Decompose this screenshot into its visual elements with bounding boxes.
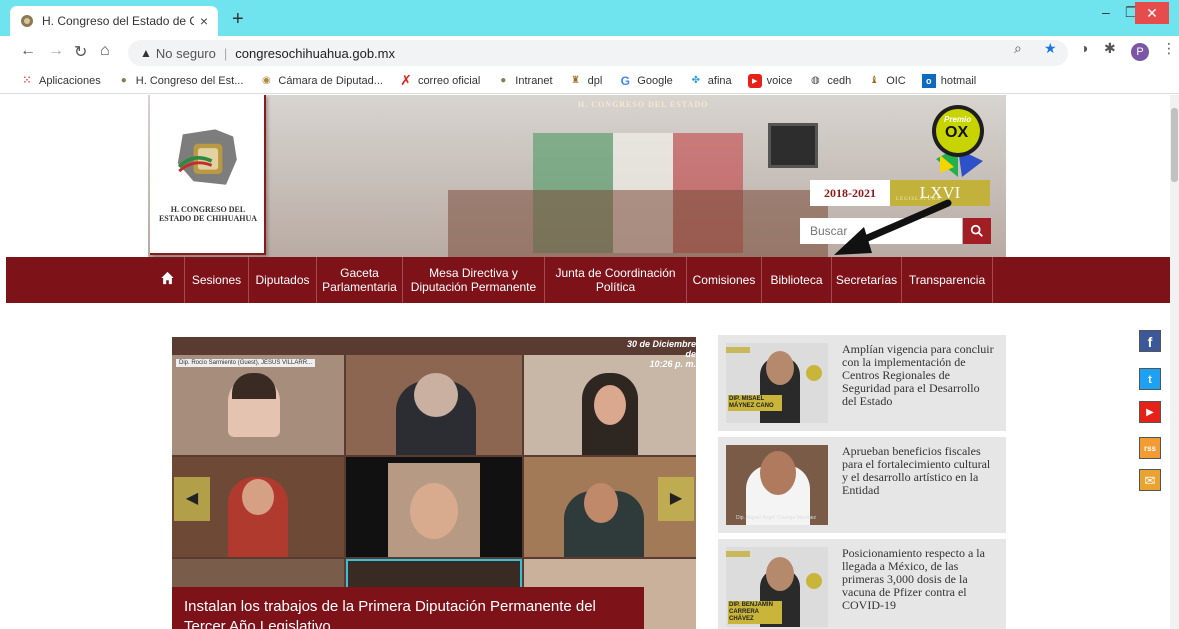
apps-grid-icon: ⁙ (22, 75, 32, 86)
bookmark-congreso[interactable]: ● H. Congreso del Est... (117, 74, 244, 88)
search-button[interactable] (963, 218, 991, 244)
rss-icon[interactable]: rss (1139, 437, 1161, 459)
tab-title: H. Congreso del Estado de Chihu (42, 14, 194, 28)
nav-gaceta[interactable]: Gaceta Parlamentaria (317, 257, 403, 303)
tv-screen (768, 123, 818, 168)
facebook-icon[interactable]: f (1139, 330, 1161, 352)
bookmark-hotmail[interactable]: o hotmail (921, 73, 976, 88)
youtube-icon: ▶ (747, 73, 762, 88)
bookmark-dpl[interactable]: ♜ dpl (569, 74, 602, 88)
nav-junta[interactable]: Junta de Coordinación Política (545, 257, 687, 303)
congress-icon: ● (500, 75, 507, 86)
chihuahua-map-logo-icon (177, 129, 237, 185)
bookmark-intranet[interactable]: ● Intranet (496, 74, 552, 88)
bookmark-afina[interactable]: ✤ afina (689, 74, 732, 88)
news-carousel[interactable]: Dip. Rocío Sarmiento (Guest), JESUS VILL… (172, 337, 696, 629)
scrollbar-thumb[interactable] (1171, 108, 1178, 182)
news-thumbnail: DIP. BENJAMÍN CARRERA CHÁVEZ (726, 547, 828, 627)
email-icon[interactable]: ✉ (1139, 469, 1161, 491)
bookmark-star-icon[interactable]: ★ (1044, 40, 1057, 57)
menu-kebab-icon[interactable]: ⋮ (1162, 40, 1176, 57)
news-thumbnail: DIP. MISAEL MÁYNEZ CANO (726, 343, 828, 423)
video-tile (172, 355, 344, 455)
zoom-icon[interactable]: ⌕ (1014, 40, 1022, 57)
globe-icon: ◍ (810, 75, 820, 86)
news-thumb-label: DIP. MISAEL MÁYNEZ CANO (728, 395, 782, 411)
new-tab-button[interactable]: + (232, 8, 244, 31)
bookmarks-bar: ⁙ Aplicaciones ● H. Congreso del Est... … (0, 68, 1179, 94)
bookmark-aplicaciones[interactable]: ⁙ Aplicaciones (20, 74, 101, 88)
news-item[interactable]: DIP. BENJAMÍN CARRERA CHÁVEZ Posicionami… (718, 539, 1006, 629)
news-item[interactable]: Dip. Miguel Ángel Colunga Martínez Aprue… (718, 437, 1006, 533)
video-tile (524, 355, 696, 455)
browser-tab[interactable]: H. Congreso del Estado de Chihu × (10, 6, 218, 36)
x-icon: ✗ (400, 72, 412, 88)
nav-diputados[interactable]: Diputados (249, 257, 317, 303)
google-icon: G (620, 73, 630, 88)
award-badge: Premio OX (928, 103, 988, 181)
news-item[interactable]: DIP. MISAEL MÁYNEZ CANO Amplían vigencia… (718, 335, 1006, 431)
url-text: congresochihuahua.gob.mx (235, 45, 395, 61)
carousel-caption[interactable]: Instalan los trabajos de la Primera Dipu… (172, 587, 644, 629)
carousel-date: 30 de Diciembre de 10:26 p. m. (626, 339, 696, 369)
bookmark-camara[interactable]: ◉ Cámara de Diputad... (259, 74, 383, 88)
dpl-icon: ♜ (571, 75, 581, 86)
bookmark-correo[interactable]: ✗ correo oficial (399, 72, 480, 88)
minimize-button[interactable]: – (1102, 4, 1110, 20)
nav-sesiones[interactable]: Sesiones (184, 257, 249, 303)
bookmark-voice[interactable]: ▶ voice (747, 73, 792, 88)
outlook-icon: o (921, 73, 936, 88)
annotation-arrow-icon (834, 199, 952, 255)
news-headline: Amplían vigencia para concluir con la im… (842, 342, 994, 408)
tab-close-icon[interactable]: × (200, 13, 208, 29)
chevron-right-icon: ▶ (669, 490, 683, 507)
banner-title: H. CONGRESO DEL ESTADO (578, 100, 709, 109)
close-window-button[interactable]: ✕ (1135, 2, 1169, 24)
youtube-icon[interactable]: ▶ (1139, 401, 1161, 423)
nav-comisiones[interactable]: Comisiones (687, 257, 762, 303)
chevron-left-icon: ◀ (185, 490, 199, 507)
security-label: No seguro (155, 45, 216, 61)
logo-text: H. CONGRESO DEL ESTADO DE CHIHUAHUA (158, 205, 258, 223)
bookmark-cedh[interactable]: ◍ cedh (808, 74, 851, 88)
search-icon (970, 224, 983, 237)
forward-arrow-icon[interactable]: → (48, 42, 64, 60)
news-thumb-label: DIP. BENJAMÍN CARRERA CHÁVEZ (728, 601, 782, 624)
carousel-next-button[interactable]: ▶ (658, 477, 694, 521)
award-label: Premio (944, 115, 972, 124)
browser-tabstrip: H. Congreso del Estado de Chihu × + – ❐ … (0, 0, 1179, 36)
oic-icon: ♝ (869, 75, 879, 86)
warning-icon: ▲ (140, 46, 152, 60)
bookmark-google[interactable]: G Google (618, 73, 673, 88)
award-mark: OX (945, 124, 969, 141)
main-nav: Sesiones Diputados Gaceta Parlamentaria … (6, 257, 1172, 303)
address-bar[interactable]: ▲ No seguro | congresochihuahua.gob.mx (128, 40, 1068, 66)
browser-toolbar: ← → ↻ ⌂ ▲ No seguro | congresochihuahua.… (0, 36, 1179, 68)
web-page: H. CONGRESO DEL ESTADO H. CONGRESO DEL E… (0, 95, 1179, 629)
video-ticker: Dip. Rocío Sarmiento (Guest), JESUS VILL… (176, 359, 316, 367)
back-arrow-icon[interactable]: ← (20, 42, 36, 60)
congress-icon: ● (120, 75, 127, 86)
twitter-icon[interactable]: t (1139, 368, 1161, 390)
video-tile (346, 457, 522, 557)
profile-avatar[interactable]: P (1131, 43, 1149, 61)
bookmark-oic[interactable]: ♝ OIC (867, 74, 906, 88)
afina-icon: ✤ (691, 75, 700, 86)
carousel-prev-button[interactable]: ◀ (174, 477, 210, 521)
news-headline: Aprueban beneficios fiscales para el for… (842, 444, 991, 497)
site-logo[interactable]: H. CONGRESO DEL ESTADO DE CHIHUAHUA (150, 95, 266, 255)
news-thumbnail: Dip. Miguel Ángel Colunga Martínez (726, 445, 828, 525)
home-icon[interactable]: ⌂ (100, 42, 110, 60)
video-tile (346, 355, 522, 455)
news-thumb-label: Dip. Miguel Ángel Colunga Martínez (736, 515, 817, 521)
nav-mesa-directiva[interactable]: Mesa Directiva y Diputación Permanente (403, 257, 545, 303)
home-icon[interactable] (160, 271, 175, 289)
reload-icon[interactable]: ↻ (74, 42, 87, 62)
camara-icon: ◉ (262, 75, 271, 86)
extension-circle-icon[interactable]: ◑ (1080, 40, 1088, 56)
news-headline: Posicionamiento respecto a la llegada a … (842, 546, 985, 612)
congress-favicon-icon (21, 15, 33, 27)
extensions-puzzle-icon[interactable]: ✱ (1104, 40, 1116, 57)
